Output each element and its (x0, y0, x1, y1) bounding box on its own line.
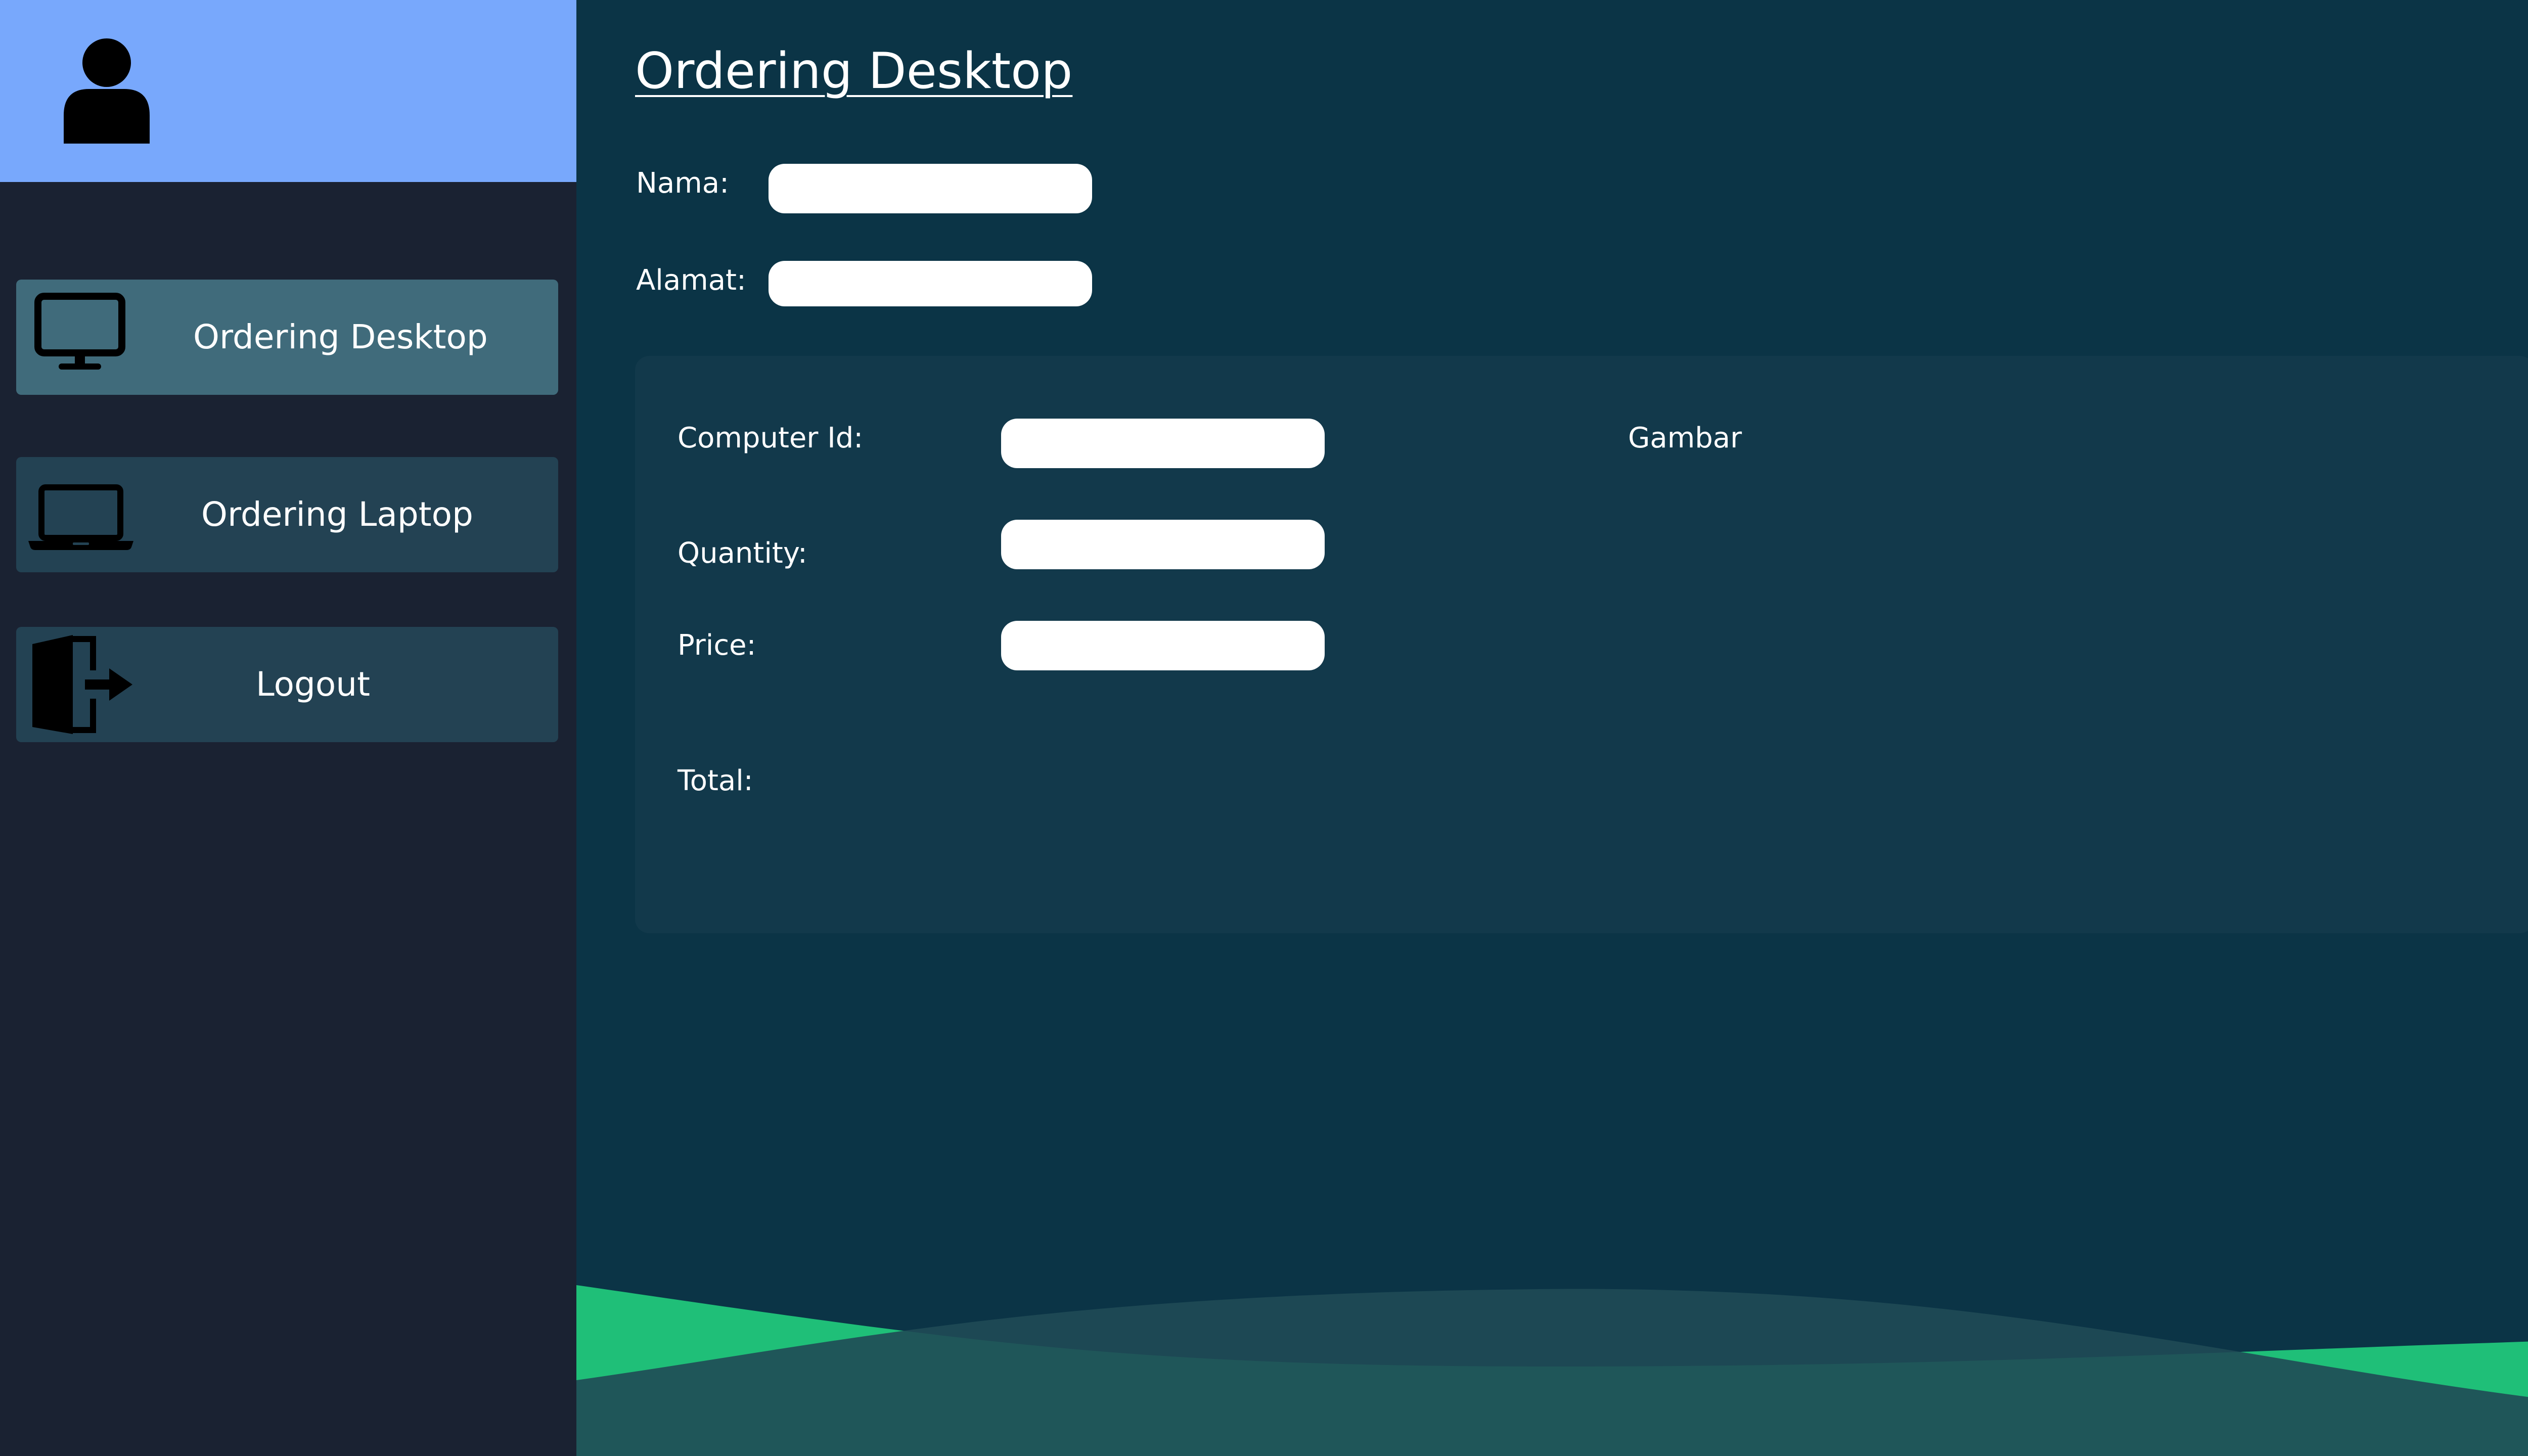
quantity-label: Quantity: (678, 537, 807, 570)
profile-header (0, 0, 576, 182)
sidebar-item-logout[interactable]: Logout (16, 627, 558, 742)
sidebar: Ordering Desktop Ordering Laptop Logout (0, 0, 576, 1456)
sidebar-item-ordering-desktop[interactable]: Ordering Desktop (16, 280, 558, 395)
gambar-label: Gambar (1628, 422, 1742, 454)
main-content: Ordering Desktop Nama: Alamat: Computer … (576, 0, 2528, 1456)
price-label: Price: (678, 629, 756, 662)
sidebar-item-label: Logout (256, 665, 370, 704)
logout-door-icon (32, 635, 132, 734)
desktop-monitor-icon (34, 293, 125, 370)
alamat-label: Alamat: (636, 264, 746, 297)
computer-id-input[interactable] (1001, 419, 1325, 468)
user-icon (64, 38, 150, 144)
nama-label: Nama: (636, 167, 729, 200)
total-label: Total: (678, 764, 753, 797)
order-panel: Computer Id: Quantity: Price: Total: Gam… (635, 356, 2528, 933)
price-input[interactable] (1001, 621, 1325, 670)
alamat-input[interactable] (769, 261, 1092, 306)
sidebar-item-label: Ordering Laptop (201, 495, 473, 534)
quantity-input[interactable] (1001, 520, 1325, 569)
computer-id-label: Computer Id: (678, 422, 864, 454)
nama-input[interactable] (769, 164, 1092, 213)
sidebar-item-ordering-laptop[interactable]: Ordering Laptop (16, 457, 558, 572)
sidebar-item-label: Ordering Desktop (193, 317, 488, 356)
decorative-waves (576, 1285, 2528, 1456)
page-title: Ordering Desktop (635, 42, 1073, 100)
laptop-icon (28, 484, 133, 550)
